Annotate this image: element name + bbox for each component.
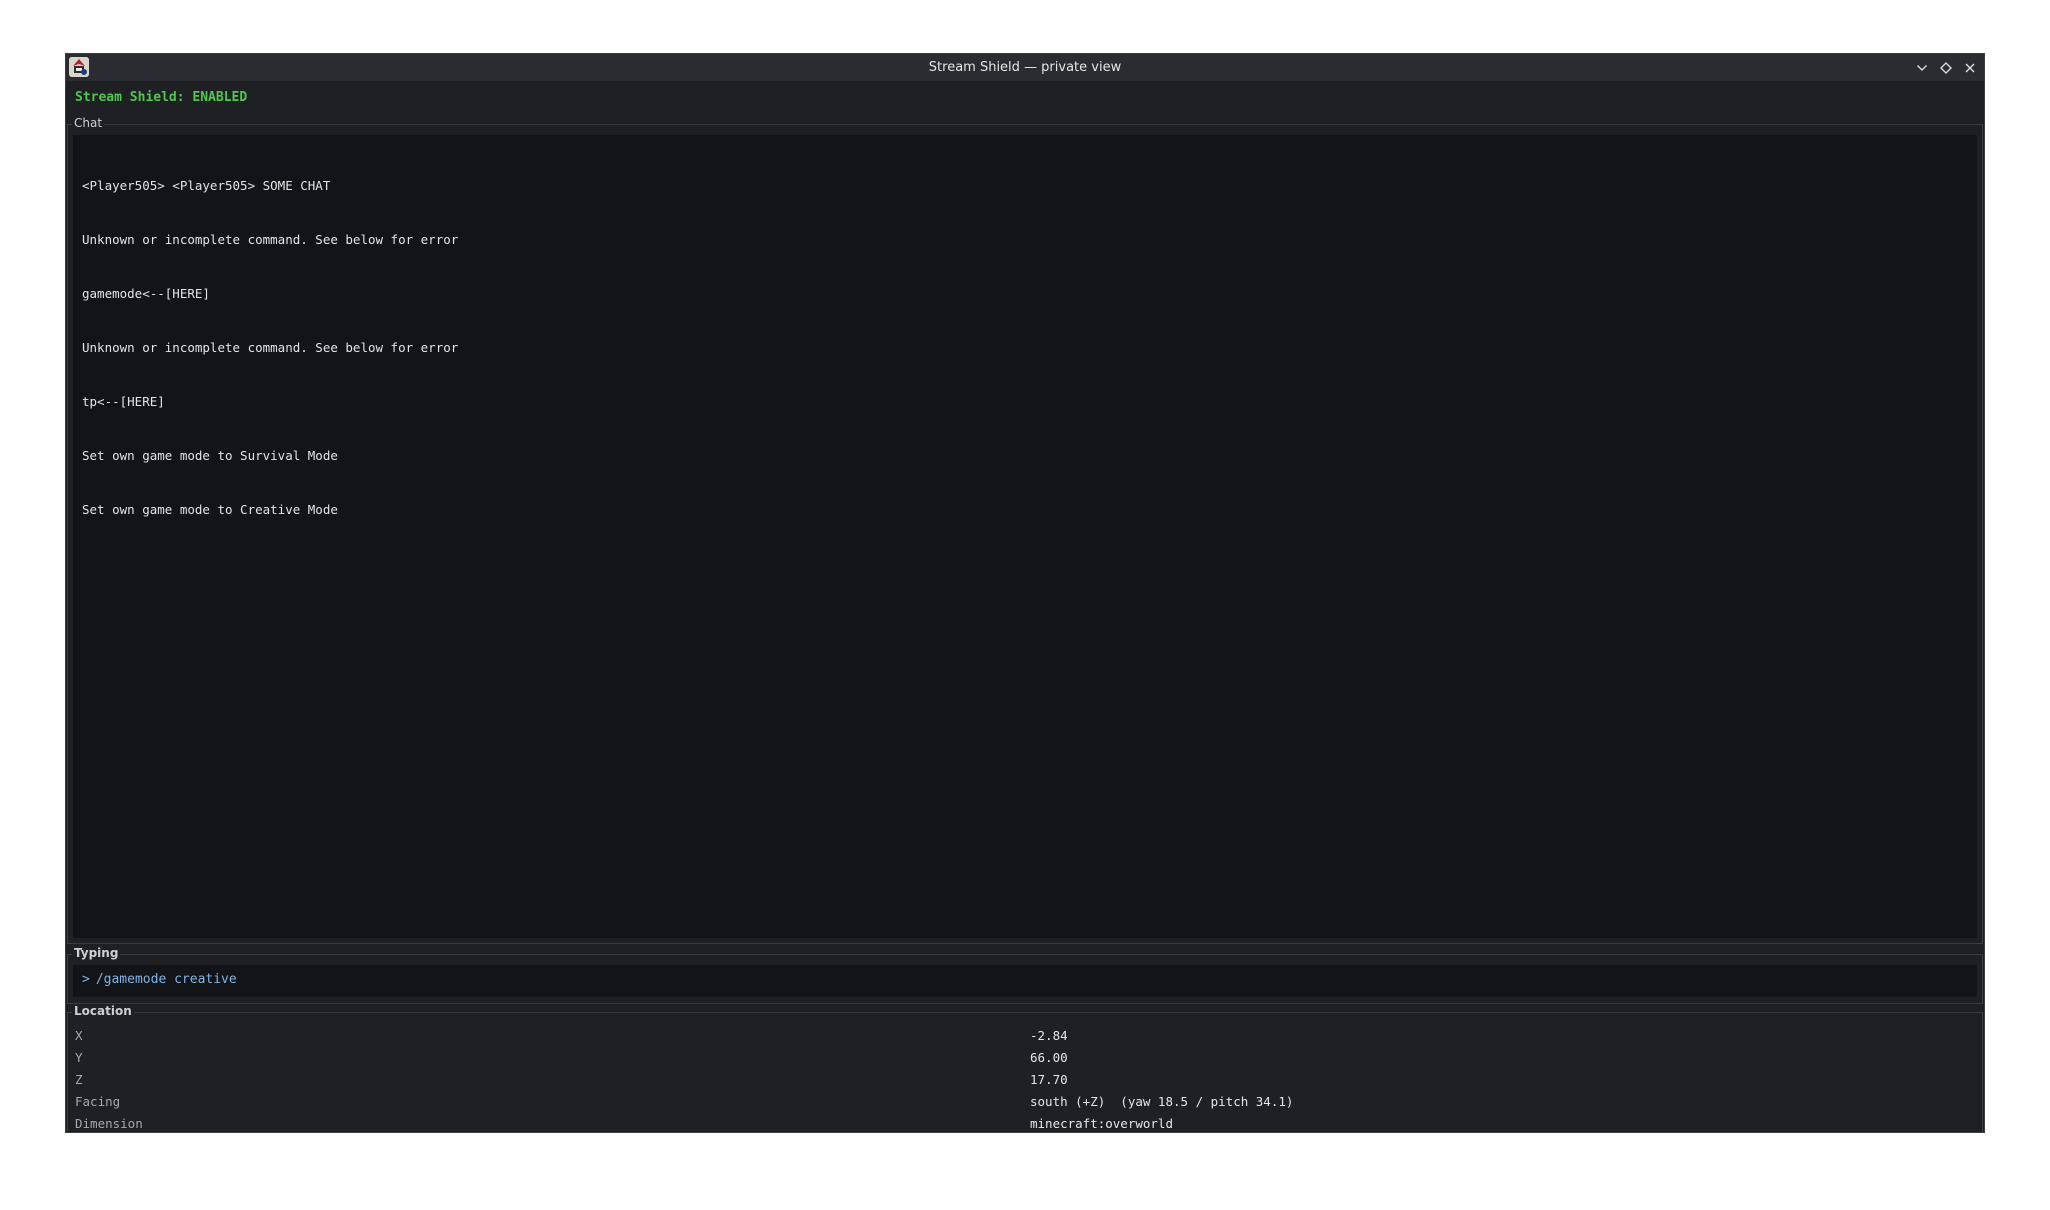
location-group: Location X -2.84 Y 66.00 Z 17.70 Facing … <box>67 1004 1983 1132</box>
location-row-z: Z 17.70 <box>75 1069 1975 1091</box>
location-key: Z <box>75 1072 83 1087</box>
location-value: -2.84 <box>1030 1028 1068 1043</box>
location-row-y: Y 66.00 <box>75 1047 1975 1069</box>
location-value: south (+Z) (yaw 18.5 / pitch 34.1) <box>1030 1094 1294 1109</box>
window-title: Stream Shield — private view <box>928 60 1122 75</box>
typing-group: Typing > /gamemode creative <box>67 946 1983 1004</box>
typing-text: /gamemode creative <box>95 972 237 987</box>
title-bar[interactable]: Stream Shield — private view <box>66 54 1984 82</box>
chat-line: Set own game mode to Creative Mode <box>82 502 338 517</box>
chat-line: Set own game mode to Survival Mode <box>82 448 338 463</box>
chat-log[interactable]: <Player505> <Player505> SOME CHAT Unknow… <box>73 135 1977 938</box>
chat-line: tp<--[HERE] <box>82 394 165 409</box>
app-window: Stream Shield — private view Stream Shie… <box>65 53 1985 1133</box>
location-value: minecraft:overworld <box>1030 1116 1173 1131</box>
close-icon[interactable] <box>1962 60 1978 76</box>
chat-line: gamemode<--[HERE] <box>82 286 210 301</box>
chat-line: <Player505> <Player505> SOME CHAT <box>82 178 331 193</box>
typing-prompt: > <box>82 972 90 987</box>
location-row-facing: Facing south (+Z) (yaw 18.5 / pitch 34.1… <box>75 1091 1975 1113</box>
window-controls <box>1914 54 1978 81</box>
location-label: Location <box>72 1004 134 1018</box>
diamond-icon[interactable] <box>1938 60 1954 76</box>
location-value: 17.70 <box>1030 1072 1068 1087</box>
typing-field[interactable]: > /gamemode creative <box>73 965 1977 997</box>
typing-label: Typing <box>72 946 121 960</box>
stream-shield-status: Stream Shield: ENABLED <box>75 90 248 105</box>
chat-line: Unknown or incomplete command. See below… <box>82 232 459 247</box>
location-value: 66.00 <box>1030 1050 1068 1065</box>
chevron-down-icon[interactable] <box>1914 60 1930 76</box>
location-key: Dimension <box>75 1116 143 1131</box>
chat-group: Chat <Player505> <Player505> SOME CHAT U… <box>67 116 1983 944</box>
location-row-dimension: Dimension minecraft:overworld <box>75 1113 1975 1132</box>
chat-label: Chat <box>72 116 105 130</box>
location-key: X <box>75 1028 83 1043</box>
chat-line: Unknown or incomplete command. See below… <box>82 340 459 355</box>
location-row-x: X -2.84 <box>75 1025 1975 1047</box>
location-key: Y <box>75 1050 83 1065</box>
location-key: Facing <box>75 1094 121 1109</box>
